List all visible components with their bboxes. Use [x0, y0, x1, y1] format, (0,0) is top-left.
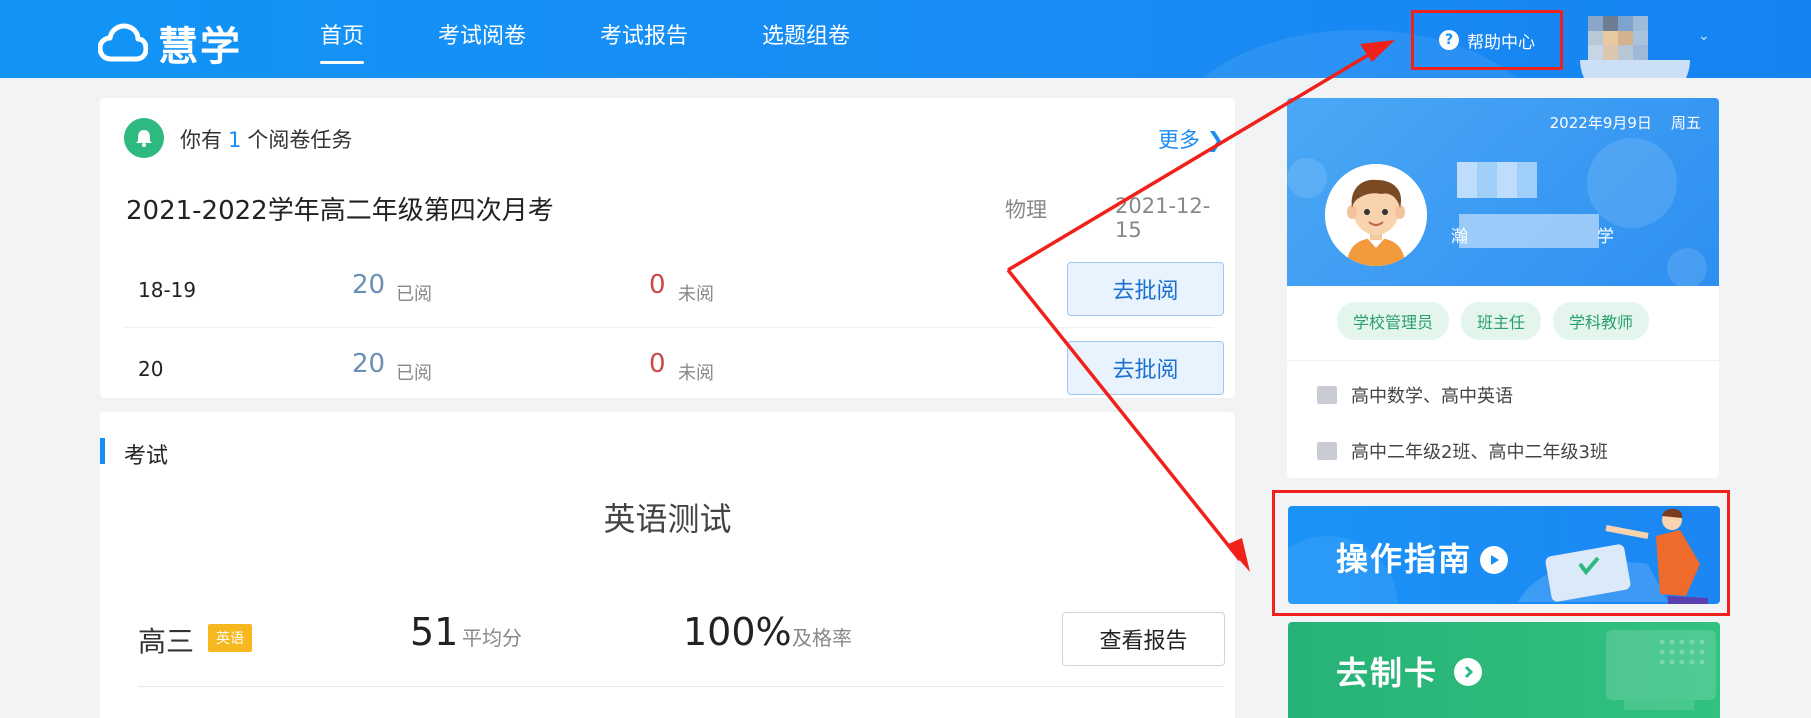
- help-center-button[interactable]: ? 帮助中心: [1411, 10, 1563, 70]
- classes-text: 高中二年级2班、高中二年级3班: [1351, 442, 1608, 463]
- read-count: 20: [352, 270, 386, 300]
- user-avatar[interactable]: [1588, 16, 1648, 60]
- unread-count: 0: [649, 270, 666, 300]
- nav-item-home[interactable]: 首页: [320, 0, 365, 78]
- logo[interactable]: 慧学: [98, 14, 242, 72]
- go-grade-button[interactable]: 去批阅: [1067, 262, 1224, 316]
- chevron-right-icon: ❯: [1206, 128, 1225, 152]
- school-name-redacted: [1459, 214, 1599, 248]
- question-range: 18-19: [138, 278, 197, 302]
- question-icon: ?: [1439, 30, 1459, 50]
- user-name-redacted: [1457, 162, 1537, 198]
- bell-icon: [124, 118, 164, 158]
- user-menu-decoration: [1580, 60, 1690, 78]
- banner-decoration: [1667, 248, 1707, 286]
- make-card-banner[interactable]: 去制卡: [1288, 622, 1720, 718]
- user-avatar-illustration: [1325, 164, 1427, 266]
- go-grade-button[interactable]: 去批阅: [1067, 341, 1224, 395]
- class-icon: [1317, 442, 1337, 460]
- weekday-text: 周五: [1670, 114, 1701, 132]
- role-tag: 学科教师: [1553, 302, 1650, 340]
- task-subject: 物理: [1005, 198, 1047, 222]
- task-date: 2021-12-15: [1115, 194, 1211, 242]
- unread-label: 未阅: [678, 363, 714, 384]
- subjects-text: 高中数学、高中英语: [1351, 386, 1513, 407]
- unread-count: 0: [649, 349, 666, 379]
- exam-name: 英语测试: [603, 500, 732, 538]
- nav-item-question-builder[interactable]: 选题组卷: [762, 0, 850, 78]
- nav-item-exam-report[interactable]: 考试报告: [600, 0, 688, 78]
- date-text: 2022年9月9日: [1549, 114, 1652, 132]
- banner-decoration: [1287, 158, 1327, 198]
- section-title: 考试: [124, 444, 169, 469]
- subjects-info: 高中数学、高中英语: [1317, 382, 1513, 408]
- divider: [138, 686, 1223, 687]
- grade-label: 高三: [138, 625, 195, 658]
- question-range: 20: [138, 357, 164, 381]
- grading-task-card: 你有 1 个阅卷任务 更多 ❯ 2021-2022学年高二年级第四次月考 物理 20…: [100, 98, 1235, 398]
- profile-date: 2022年9月9日 周五: [1550, 112, 1701, 133]
- chevron-right-circle-icon: [1454, 658, 1482, 686]
- make-card-title: 去制卡: [1336, 654, 1439, 692]
- cloud-logo-icon: [98, 23, 148, 62]
- help-center-label: 帮助中心: [1467, 32, 1535, 53]
- task-summary: 你有 1 个阅卷任务: [180, 124, 352, 154]
- pass-rate-label: 及格率: [792, 626, 852, 650]
- school-name-start: 瀚: [1451, 227, 1468, 247]
- nav-item-exam-grading[interactable]: 考试阅卷: [438, 0, 526, 78]
- task-count: 1: [228, 128, 242, 152]
- role-tag: 班主任: [1461, 302, 1542, 340]
- top-navbar: 慧学 首页 考试阅卷 考试报告 选题组卷 ? 帮助中心 ⌄: [0, 0, 1811, 78]
- read-count: 20: [352, 349, 386, 379]
- banner-decoration: [1587, 138, 1677, 228]
- book-icon: [1317, 386, 1337, 404]
- classes-info: 高中二年级2班、高中二年级3班: [1317, 438, 1608, 464]
- read-label: 已阅: [396, 363, 432, 384]
- task-row: 20 20 已阅 0 未阅 去批阅: [124, 329, 1224, 407]
- school-name-end: 学: [1597, 227, 1614, 247]
- more-link[interactable]: 更多 ❯: [1158, 124, 1224, 154]
- divider: [1287, 360, 1719, 361]
- task-row: 18-19 20 已阅 0 未阅 去批阅: [124, 250, 1224, 328]
- read-label: 已阅: [396, 284, 432, 305]
- exam-card: 考试 英语测试 高三 英语 51 平均分 100% 及格率 查看报告: [100, 412, 1235, 718]
- more-label: 更多: [1158, 128, 1200, 152]
- task-suffix: 个阅卷任务: [247, 128, 353, 152]
- role-tags: 学校管理员 班主任 学科教师: [1337, 302, 1661, 340]
- annotation-highlight-guide: [1272, 490, 1730, 616]
- task-exam-title: 2021-2022学年高二年级第四次月考: [126, 196, 554, 226]
- profile-card: 2022年9月9日 周五 瀚 学 学校管理员 班主任 学科教师 高中数学、高中英…: [1287, 98, 1719, 478]
- pass-rate: 100%: [683, 610, 792, 654]
- chevron-down-icon[interactable]: ⌄: [1698, 28, 1710, 44]
- average-score: 51: [410, 610, 459, 654]
- unread-label: 未阅: [678, 284, 714, 305]
- average-score-label: 平均分: [462, 626, 522, 650]
- task-prefix: 你有: [180, 128, 222, 152]
- main-nav: 首页 考试阅卷 考试报告 选题组卷: [320, 0, 924, 78]
- logo-text: 慧学: [158, 24, 242, 70]
- subject-badge: 英语: [208, 624, 252, 652]
- role-tag: 学校管理员: [1337, 302, 1450, 340]
- section-accent: [100, 438, 105, 464]
- profile-banner: 2022年9月9日 周五 瀚 学: [1287, 98, 1719, 286]
- view-report-button[interactable]: 查看报告: [1062, 612, 1225, 666]
